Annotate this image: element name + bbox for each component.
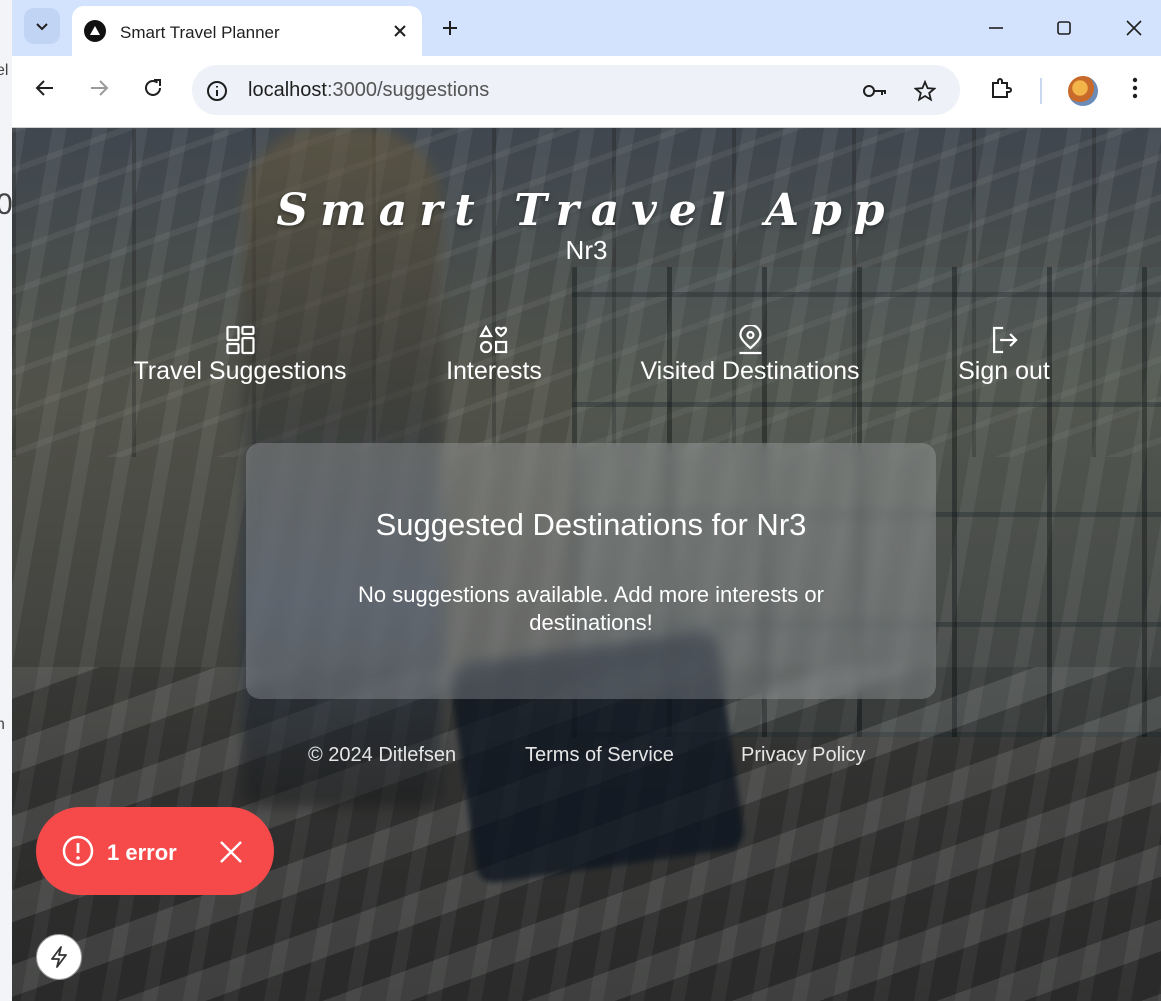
footer-privacy-link[interactable]: Privacy Policy	[741, 744, 865, 767]
nav-travel-suggestions[interactable]: Travel Suggestions	[133, 325, 347, 386]
puzzle-icon	[992, 78, 1012, 98]
dev-tools-button[interactable]	[36, 934, 82, 980]
footer-copyright: © 2024 Ditlefsen	[308, 744, 457, 766]
nav-label: Sign out	[958, 357, 1050, 385]
chevron-down-icon	[36, 23, 48, 31]
window-close-button[interactable]	[1108, 8, 1160, 48]
browser-chrome: Smart Travel Planner localhost:3000/sugg…	[12, 0, 1161, 128]
toolbar-separator	[1040, 78, 1042, 104]
lightning-icon	[51, 946, 67, 968]
bookmark-button[interactable]	[912, 78, 938, 104]
close-icon	[394, 25, 406, 37]
star-icon	[914, 80, 936, 102]
nav-label: Travel Suggestions	[133, 357, 347, 385]
suggestions-heading: Suggested Destinations for Nr3	[375, 507, 807, 542]
url-path: :3000/suggestions	[326, 79, 490, 101]
nextjs-favicon-icon	[84, 20, 106, 42]
url-text[interactable]: localhost:3000/suggestions	[248, 79, 489, 102]
forward-button[interactable]	[84, 73, 114, 103]
plus-icon	[443, 21, 457, 35]
sign-out-icon	[992, 326, 1018, 354]
profile-avatar[interactable]	[1068, 76, 1098, 106]
background-window-strip: el 0 n	[0, 0, 12, 1001]
maximize-button[interactable]	[1038, 8, 1090, 48]
nav-label: Interests	[446, 357, 542, 385]
tab-title: Smart Travel Planner	[120, 23, 280, 42]
minimize-button[interactable]	[970, 8, 1022, 48]
dashboard-icon	[225, 325, 255, 355]
dev-error-indicator[interactable]: 1 error	[36, 807, 274, 895]
maximize-icon	[1057, 21, 1071, 35]
close-icon[interactable]	[219, 840, 243, 864]
site-info-button[interactable]	[204, 78, 230, 104]
page-viewport: Smart Travel App Nr3 Travel Suggestions …	[12, 127, 1161, 1001]
empty-suggestions-message: No suggestions available. Add more inter…	[358, 582, 824, 635]
nav-visited-destinations[interactable]: Visited Destinations	[640, 325, 860, 386]
arrow-right-icon	[91, 80, 109, 96]
tab-close-button[interactable]	[388, 19, 412, 43]
suggestions-panel: Suggested Destinations for Nr3 No sugges…	[246, 443, 936, 699]
url-host: localhost	[248, 79, 327, 101]
nav-label: Visited Destinations	[640, 357, 860, 385]
back-button[interactable]	[30, 73, 60, 103]
app-title: Smart Travel App	[276, 185, 897, 236]
arrow-left-icon	[35, 80, 53, 96]
minimize-icon	[989, 27, 1003, 29]
new-tab-button[interactable]	[436, 14, 464, 42]
key-icon	[863, 85, 886, 97]
more-vertical-icon	[1132, 77, 1138, 99]
reload-button[interactable]	[138, 73, 168, 103]
footer-terms-link[interactable]: Terms of Service	[525, 744, 674, 767]
address-bar[interactable]: localhost:3000/suggestions	[192, 65, 960, 115]
browser-toolbar: localhost:3000/suggestions	[12, 56, 1161, 128]
extensions-button[interactable]	[986, 73, 1016, 103]
error-count-label: 1 error	[107, 840, 177, 865]
password-key-button[interactable]	[862, 78, 888, 104]
error-circle-icon	[62, 835, 94, 867]
reload-icon	[145, 79, 161, 96]
app-username: Nr3	[565, 235, 608, 265]
shapes-heart-icon	[479, 325, 508, 354]
nav-interests[interactable]: Interests	[446, 325, 542, 386]
close-icon	[1126, 20, 1142, 36]
active-tab[interactable]: Smart Travel Planner	[72, 6, 422, 56]
map-pin-icon	[738, 325, 762, 355]
tab-strip: Smart Travel Planner	[12, 0, 1161, 56]
tab-search-button[interactable]	[24, 8, 60, 44]
nav-sign-out[interactable]: Sign out	[958, 325, 1050, 386]
info-icon	[207, 81, 227, 101]
browser-menu-button[interactable]	[1120, 73, 1150, 103]
